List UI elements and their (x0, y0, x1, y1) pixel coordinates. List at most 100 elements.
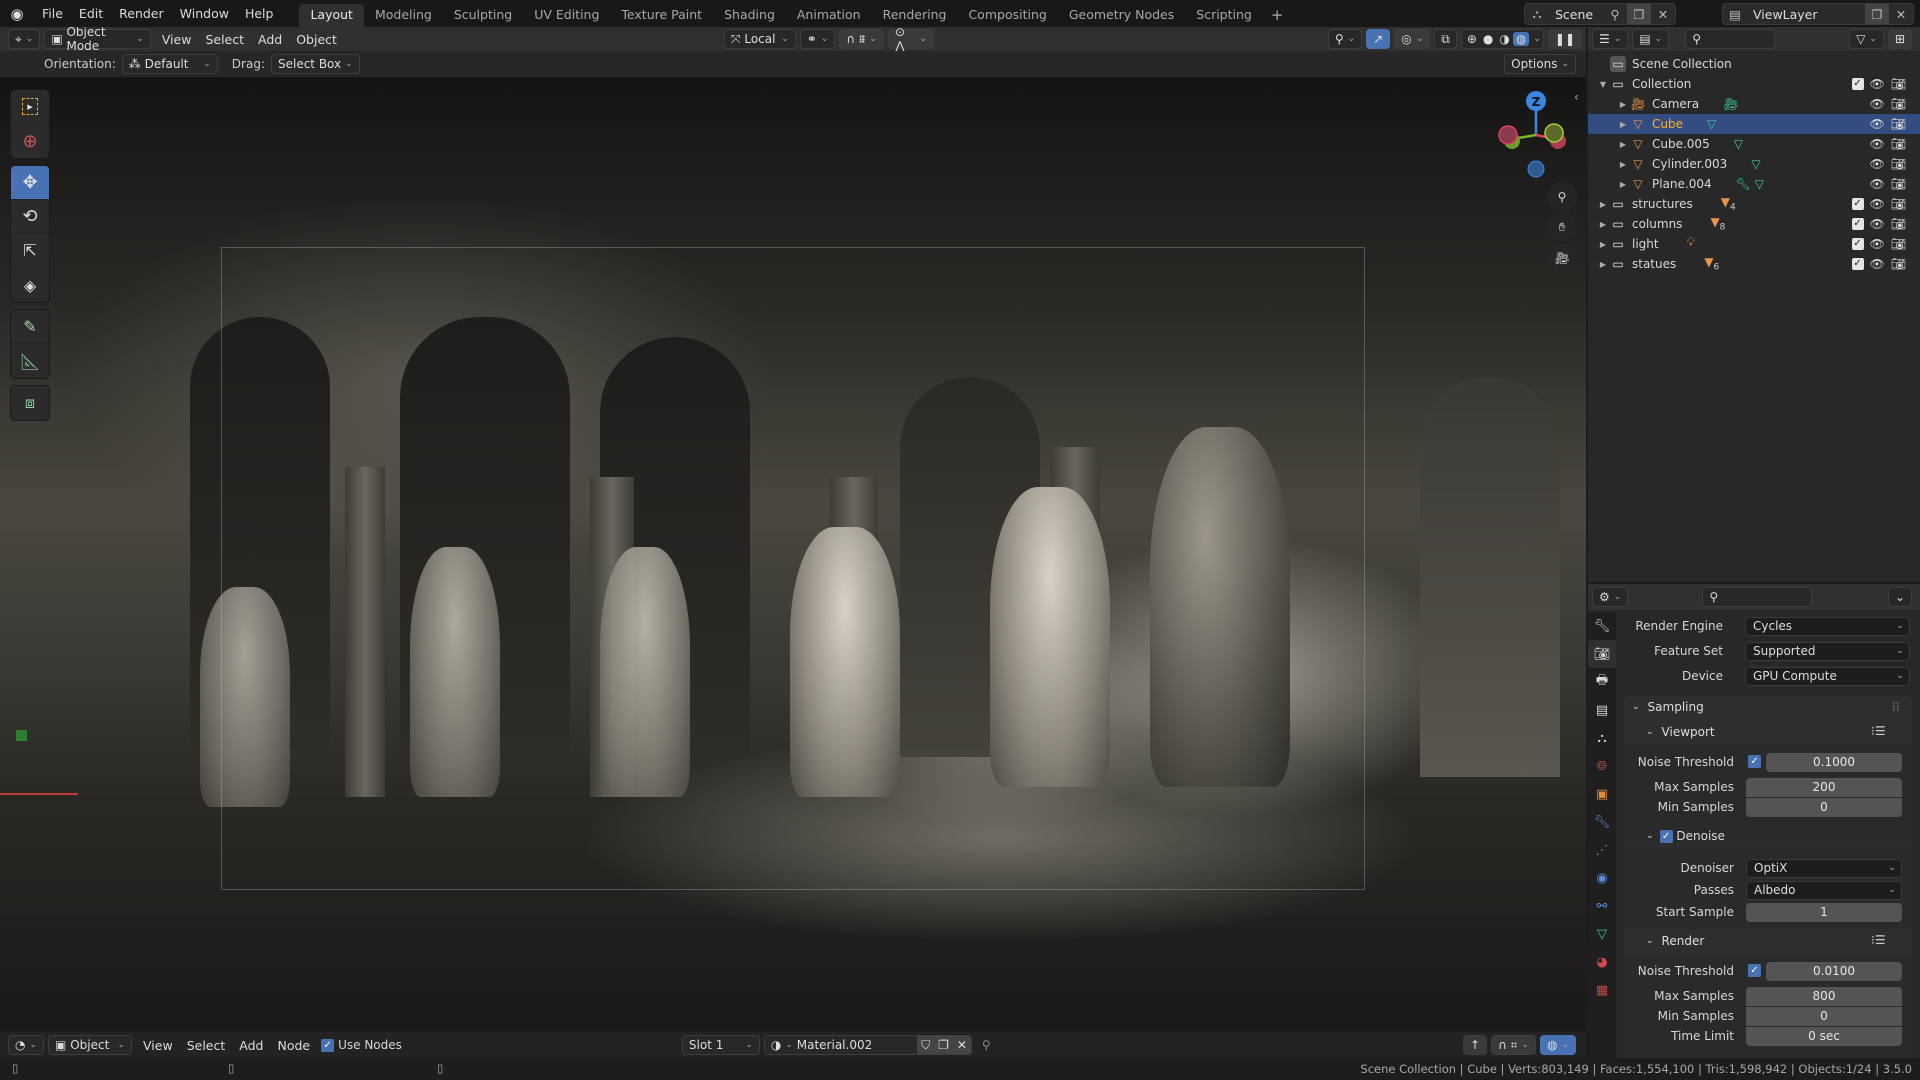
expand-icon[interactable]: ▶ (1616, 180, 1630, 189)
outliner-row[interactable]: ▶ ▭ light 💡︎ ✓ 👁︎ 📷︎ (1588, 234, 1920, 254)
orientation-dropdown[interactable]: ⁂ Default ⌄ (121, 54, 218, 74)
passes-dropdown[interactable]: Albedo ⌄ (1746, 880, 1902, 900)
pan-view-icon[interactable]: ✋︎ (1547, 212, 1577, 242)
eye-icon[interactable]: 👁︎ (1870, 257, 1885, 271)
child-objects-icon[interactable]: ▼4 (1721, 195, 1736, 212)
node-snap-toggle[interactable]: ∩ ⌗ ⌄ (1491, 1035, 1536, 1055)
start-sample-field[interactable]: 1 (1746, 902, 1902, 922)
camera-render-icon[interactable]: 📷︎ (1891, 197, 1906, 211)
properties-editor-type[interactable]: ⚙ ⌄ (1592, 587, 1629, 607)
exclude-checkbox[interactable]: ✓ (1851, 78, 1864, 90)
material-shading-icon[interactable]: ◑ (1496, 32, 1512, 46)
exclude-checkbox[interactable]: ✓ (1851, 218, 1864, 230)
r-noise-threshold-field[interactable]: 0.0100 (1766, 961, 1902, 981)
cursor-tool[interactable]: ⊕ (11, 124, 49, 158)
exclude-checkbox[interactable]: ✓ (1851, 258, 1864, 270)
outliner-row[interactable]: ▶ ▭ structures ▼4 ✓ 👁︎ 📷︎ (1588, 194, 1920, 214)
render-presets-list-icon[interactable]: ⁝☰ (1871, 933, 1886, 947)
properties-search-input[interactable]: ⚲ (1702, 587, 1813, 607)
eye-icon[interactable]: 👁︎ (1870, 177, 1885, 191)
scene-icon[interactable]: ⛬ (1525, 4, 1549, 24)
shading-modes[interactable]: ⊕ ● ◑ ◍ ⌄ (1460, 29, 1544, 49)
camera-render-icon[interactable]: 📷︎ (1891, 137, 1906, 151)
camera-render-icon[interactable]: 📷︎ (1891, 217, 1906, 231)
tab-geometry-nodes[interactable]: Geometry Nodes (1058, 4, 1185, 27)
delete-viewlayer-icon[interactable]: ✕ (1889, 4, 1913, 24)
rendered-shading-icon[interactable]: ◍ (1512, 32, 1530, 46)
material-name[interactable]: Material.002 (797, 1038, 872, 1052)
transform-tool[interactable]: ◈ (11, 268, 49, 302)
collapse-icon[interactable]: ▼ (1596, 80, 1610, 89)
child-objects-icon[interactable]: 💡︎ (1687, 235, 1695, 252)
r-min-samples-field[interactable]: 0 (1746, 1006, 1902, 1026)
eye-icon[interactable]: 👁︎ (1870, 77, 1885, 91)
mesh-data-icon[interactable]: ▽ (1751, 157, 1760, 171)
render-engine-dropdown[interactable]: Cycles ⌄ (1745, 616, 1910, 636)
solid-shading-icon[interactable]: ● (1480, 32, 1496, 46)
mesh-data-icon[interactable]: 🔧︎ ▽ (1736, 177, 1764, 191)
visibility-selectability-button[interactable]: ⚲ ⌄ (1327, 29, 1363, 49)
parent-node-tree-icon[interactable]: ↑ (1463, 1035, 1488, 1055)
wireframe-shading-icon[interactable]: ⊕ (1464, 32, 1480, 46)
pin-node-tree-icon[interactable]: ⚲ (982, 1038, 991, 1052)
scene-collection-row[interactable]: ▭ Scene Collection (1588, 54, 1920, 74)
annotate-tool[interactable]: ✎ (11, 310, 49, 344)
eye-icon[interactable]: 👁︎ (1870, 237, 1885, 251)
new-viewlayer-icon[interactable]: ❐ (1865, 4, 1889, 24)
menu-render[interactable]: Render (111, 0, 172, 27)
drag-dropdown[interactable]: Select Box ⌄ (270, 54, 360, 74)
xray-toggle[interactable]: ⧉ (1434, 29, 1457, 49)
denoise-subpanel-header[interactable]: ⌄ ✓ Denoise (1646, 829, 1725, 843)
duplicate-material-icon[interactable]: ❐ (934, 1038, 953, 1052)
outliner-row[interactable]: ▶ ▽ Cube.005 ▽ 👁︎ 📷︎ (1588, 134, 1920, 154)
viewport-menu-view[interactable]: View (155, 32, 199, 47)
sampling-header[interactable]: ⌄ Sampling (1632, 700, 1704, 714)
add-workspace-icon[interactable]: + (1263, 4, 1292, 27)
camera-render-icon[interactable]: 📷︎ (1891, 117, 1906, 131)
scene-name[interactable]: Scene (1555, 7, 1603, 22)
slot-dropdown[interactable]: Slot 1 ⌄ (681, 1035, 760, 1055)
display-mode-dropdown[interactable]: ▤ ⌄ (1632, 29, 1670, 49)
rotate-tool[interactable]: ⟲ (11, 200, 49, 234)
scale-tool[interactable]: ⇱ (11, 234, 49, 268)
pivot-point-button[interactable]: ⚭ ⌄ (799, 29, 836, 49)
eye-icon[interactable]: 👁︎ (1870, 197, 1885, 211)
pause-render-button[interactable]: ❚❚ (1547, 29, 1582, 49)
shader-type-dropdown[interactable]: ▣ Object ⌄ (48, 1035, 133, 1055)
outliner-row[interactable]: ▶ ▽ Plane.004 🔧︎ ▽ 👁︎ 📷︎ (1588, 174, 1920, 194)
viewport-menu-add[interactable]: Add (251, 32, 289, 47)
material-selector[interactable]: ◑ ⌄ Material.002 ⛉ ❐ ✕ (763, 1035, 972, 1055)
eye-icon[interactable]: 👁︎ (1870, 217, 1885, 231)
camera-render-icon[interactable]: 📷︎ (1891, 157, 1906, 171)
outliner-editor-type[interactable]: ☰ ⌄ (1592, 29, 1629, 49)
unlink-material-icon[interactable]: ✕ (953, 1038, 971, 1052)
expand-icon[interactable]: ▶ (1596, 200, 1610, 209)
menu-file[interactable]: File (34, 0, 71, 27)
child-objects-icon[interactable]: ▼6 (1704, 255, 1719, 272)
gizmo-x-axis[interactable] (1498, 125, 1518, 145)
collapse-sidebar-icon[interactable]: ‹ (1574, 90, 1579, 104)
data-tab-icon[interactable]: ▽ (1588, 920, 1616, 948)
eye-icon[interactable]: 👁︎ (1870, 97, 1885, 111)
view-layer-tab-icon[interactable]: ▤ (1588, 696, 1616, 724)
menu-edit[interactable]: Edit (71, 0, 111, 27)
expand-icon[interactable]: ▶ (1616, 160, 1630, 169)
viewlayer-icon[interactable]: ▤ (1723, 4, 1747, 24)
node-menu-node[interactable]: Node (270, 1038, 317, 1053)
tab-layout[interactable]: Layout (299, 4, 364, 27)
tab-modeling[interactable]: Modeling (364, 4, 443, 27)
camera-render-icon[interactable]: 📷︎ (1891, 257, 1906, 271)
new-collection-icon[interactable]: ⊞ (1887, 29, 1912, 49)
feature-set-dropdown[interactable]: Supported ⌄ (1745, 641, 1910, 661)
delete-scene-icon[interactable]: ✕ (1651, 4, 1675, 24)
shader-editor-type[interactable]: ◔ ⌄ (8, 1035, 45, 1055)
expand-icon[interactable]: ▶ (1596, 260, 1610, 269)
navigation-gizmo[interactable]: Z (1496, 83, 1576, 193)
menu-help[interactable]: Help (237, 0, 282, 27)
viewlayer-name[interactable]: ViewLayer (1753, 7, 1865, 22)
gizmo-toggle[interactable]: ↗ (1366, 29, 1391, 49)
expand-icon[interactable]: ▶ (1596, 240, 1610, 249)
expand-icon[interactable]: ▶ (1616, 140, 1630, 149)
tab-scripting[interactable]: Scripting (1185, 4, 1263, 27)
options-dropdown[interactable]: Options ⌄ (1504, 54, 1576, 74)
